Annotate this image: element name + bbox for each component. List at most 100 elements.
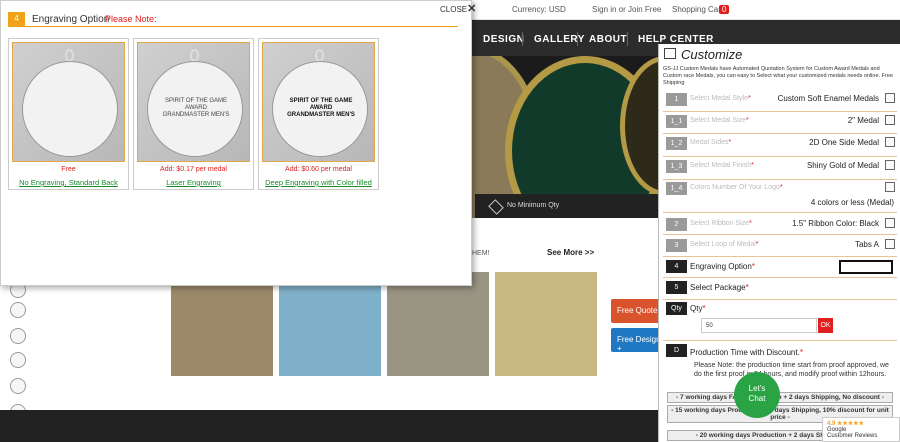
- row-value: 4 colors or less (Medal): [810, 198, 894, 207]
- row-label: Colors Number Of Your Logo*: [690, 184, 783, 191]
- option-row-1-4[interactable]: 1_4 Colors Number Of Your Logo* 4 colors…: [663, 180, 897, 213]
- required-mark: *: [755, 241, 759, 248]
- engraving-selection-box[interactable]: [839, 260, 893, 274]
- currency-selector[interactable]: Currency: USD: [512, 5, 566, 14]
- close-button[interactable]: CLOSE✕: [440, 2, 476, 15]
- row-number: 1_4: [666, 182, 687, 195]
- free-design-button[interactable]: Free Design +: [611, 328, 663, 353]
- pencil-icon[interactable]: [885, 160, 895, 170]
- qty-input[interactable]: 50: [701, 318, 817, 333]
- engraving-option-none[interactable]: Free No Engraving, Standard Back: [8, 38, 129, 190]
- engrave-text: SPIRIT OF THE GAME: [164, 98, 228, 104]
- row-value: Tabs A: [854, 240, 879, 249]
- row-label-text: Engraving Option: [690, 262, 752, 271]
- medal-disc: [22, 61, 118, 157]
- engrave-text: AWARD: [185, 105, 207, 111]
- pencil-icon[interactable]: [885, 182, 895, 192]
- required-mark: *: [799, 348, 803, 357]
- row-label-text: Qty: [690, 304, 703, 313]
- row-label: Engraving Option*: [690, 262, 755, 271]
- nav-divider: [577, 32, 578, 46]
- row-number: 1_2: [666, 137, 687, 150]
- option-link[interactable]: Laser Engraving: [134, 178, 253, 187]
- row-label-text: Production Time with Discount.: [690, 348, 800, 357]
- pencil-icon[interactable]: [885, 93, 895, 103]
- option-row-3[interactable]: 3 Select Loop of Medal* Tabs A: [663, 235, 897, 257]
- panel-title: Customize: [681, 47, 743, 62]
- nav-design[interactable]: DESIGN: [483, 34, 524, 45]
- free-quote-button[interactable]: Free Quote /: [611, 299, 663, 323]
- pencil-icon[interactable]: [885, 239, 895, 249]
- signin-link[interactable]: Sign in or Join Free: [592, 5, 661, 14]
- row-label: Qty*: [690, 304, 706, 313]
- engraving-option-deep[interactable]: SPIRIT OF THE GAME AWARD GRANDMASTER MEN…: [258, 38, 379, 190]
- pencil-icon[interactable]: [885, 218, 895, 228]
- modal-note: Please Note:: [105, 14, 157, 24]
- sidebar-icon[interactable]: [10, 378, 26, 394]
- sidebar-icon[interactable]: [10, 352, 26, 368]
- edit-icon: [664, 48, 676, 59]
- pencil-icon[interactable]: [885, 137, 895, 147]
- required-mark: *: [728, 139, 732, 146]
- product-thumbnail[interactable]: [171, 272, 273, 376]
- row-label: Select Medal Finish*: [690, 162, 754, 169]
- pencil-icon[interactable]: [885, 115, 895, 125]
- chat-button[interactable]: Let's Chat: [734, 372, 780, 418]
- review-rating: 4.9 ★★★★★: [827, 420, 895, 427]
- engraving-option-laser[interactable]: SPIRIT OF THE GAME AWARD GRANDMASTER MEN…: [133, 38, 254, 190]
- option-row-2[interactable]: 2 Select Ribbon Size* 1.5" Ribbon Color:…: [663, 213, 897, 235]
- required-mark: *: [751, 262, 755, 271]
- required-mark: *: [747, 95, 751, 102]
- customize-panel: Customize GS-JJ Custom Medals have Autom…: [658, 44, 900, 442]
- row-value: Custom Soft Enamel Medals: [777, 94, 879, 103]
- row-label: Select Medal Size*: [690, 117, 749, 124]
- option-row-1-2[interactable]: 1_2 Medal Sides* 2D One Side Medal: [663, 134, 897, 157]
- option-row-1-3[interactable]: 1_3 Select Medal Finish* Shiny Gold of M…: [663, 157, 897, 180]
- nav-divider: [627, 32, 628, 46]
- option-row-1[interactable]: 1 Select Medal Style* Custom Soft Enamel…: [663, 90, 897, 112]
- product-thumbnail[interactable]: [387, 272, 489, 376]
- required-mark: *: [779, 184, 783, 191]
- step-badge: 4: [8, 12, 25, 26]
- shopping-cart-link[interactable]: Shopping Cart: [672, 5, 723, 14]
- row-number: 1: [666, 93, 687, 106]
- row-value: 1.5" Ribbon Color: Black: [792, 219, 879, 228]
- row-label-text: Select Medal Size: [690, 117, 747, 124]
- row-label: Select Medal Style*: [690, 95, 751, 102]
- medal-disc: SPIRIT OF THE GAME AWARD GRANDMASTER MEN…: [147, 61, 243, 157]
- product-thumbnail[interactable]: [495, 272, 597, 376]
- panel-description: GS-JJ Custom Medals have Automated Quota…: [663, 66, 893, 86]
- option-row-engraving[interactable]: 4 Engraving Option*: [663, 257, 897, 278]
- row-value: Shiny Gold of Medal: [806, 161, 879, 170]
- row-label-text: Select Medal Style: [690, 95, 748, 102]
- required-mark: *: [749, 220, 752, 227]
- required-mark: *: [751, 162, 754, 169]
- row-value: 2" Medal: [847, 116, 879, 125]
- option-link[interactable]: Deep Engraving with Color filled: [259, 178, 378, 187]
- row-value: 2D One Side Medal: [809, 138, 879, 147]
- required-mark: *: [745, 283, 749, 292]
- option-link[interactable]: No Engraving, Standard Back: [9, 178, 128, 187]
- sidebar-icon[interactable]: [10, 328, 26, 344]
- shipping-option[interactable]: - 7 working days FAST Production + 2 day…: [667, 392, 893, 403]
- google-review-badge[interactable]: 4.9 ★★★★★ Google Customer Reviews: [822, 417, 900, 442]
- row-number: 3: [666, 239, 687, 252]
- row-label-text: Select Medal Finish: [690, 162, 752, 169]
- nav-divider: [522, 32, 523, 46]
- qty-ok-button[interactable]: OK: [818, 318, 833, 333]
- medal-back-image: SPIRIT OF THE GAME AWARD GRANDMASTER MEN…: [137, 42, 250, 162]
- nav-about[interactable]: ABOUT: [589, 34, 627, 45]
- product-thumbnail[interactable]: [279, 272, 381, 376]
- sidebar-icon[interactable]: [10, 302, 26, 318]
- option-price: Free: [61, 166, 76, 173]
- option-row-package[interactable]: 5 Select Package*: [663, 278, 897, 300]
- option-row-1-1[interactable]: 1_1 Select Medal Size* 2" Medal: [663, 112, 897, 134]
- row-label: Medal Sides*: [690, 139, 731, 146]
- row-label-text: Select Package: [690, 283, 746, 292]
- see-more-link[interactable]: See More >>: [547, 248, 594, 257]
- engrave-text: GRANDMASTER MEN'S: [162, 112, 230, 118]
- option-price: Add: $0.60 per medal: [285, 166, 352, 173]
- required-mark: *: [746, 117, 749, 124]
- chat-label: Chat: [748, 394, 766, 403]
- row-number: Qty: [666, 302, 687, 315]
